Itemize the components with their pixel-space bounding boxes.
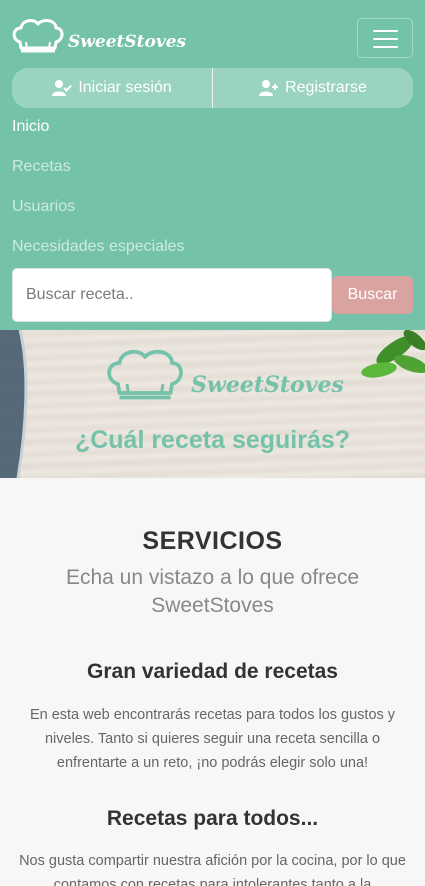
brand-logo[interactable]: SweetStoves: [12, 17, 186, 59]
register-label: Registrarse: [285, 79, 367, 96]
service-title: Recetas para todos...: [106, 807, 319, 830]
user-plus-icon: [259, 80, 279, 96]
hero-banner: SweetStoves ¿Cuál receta seguirás?: [0, 330, 425, 478]
menu-toggle-button[interactable]: [357, 18, 413, 58]
nav-link-recetas[interactable]: Recetas: [12, 147, 412, 187]
services-subtitle: Echa un vistazo a lo que ofrece SweetSto…: [65, 566, 359, 617]
login-label: Iniciar sesión: [78, 79, 172, 96]
nav-links: Inicio Recetas Usuarios Necesidades espe…: [12, 107, 412, 267]
register-button[interactable]: Registrarse: [213, 68, 413, 108]
hero-brand-name: SweetStoves: [191, 372, 344, 398]
hero-title: ¿Cuál receta seguirás?: [74, 426, 351, 454]
hero-logo: SweetStoves: [105, 348, 344, 408]
nav-link-necesidades-especiales[interactable]: Necesidades especiales: [12, 227, 412, 267]
navbar: SweetStoves Iniciar sesión Registrarse I…: [0, 0, 425, 330]
service-text: En esta web encontrarás recetas para tod…: [29, 707, 396, 771]
user-check-icon: [52, 80, 73, 96]
service-title: Gran variedad de recetas: [87, 660, 338, 683]
leaves-decoration: [361, 330, 425, 378]
nav-link-inicio[interactable]: Inicio: [12, 107, 412, 147]
chef-hat-icon: [107, 349, 183, 400]
chef-hat-icon: [12, 19, 64, 53]
search-button[interactable]: Buscar: [332, 276, 413, 314]
auth-buttons: Iniciar sesión Registrarse: [12, 68, 413, 108]
service-text: Nos gusta compartir nuestra afición por …: [19, 853, 406, 886]
login-button[interactable]: Iniciar sesión: [12, 68, 213, 108]
services-title: SERVICIOS: [142, 527, 283, 555]
knife-decoration: [0, 330, 28, 478]
brand-name: SweetStoves: [68, 32, 187, 52]
nav-link-usuarios[interactable]: Usuarios: [12, 187, 412, 227]
search-input[interactable]: [12, 268, 332, 322]
